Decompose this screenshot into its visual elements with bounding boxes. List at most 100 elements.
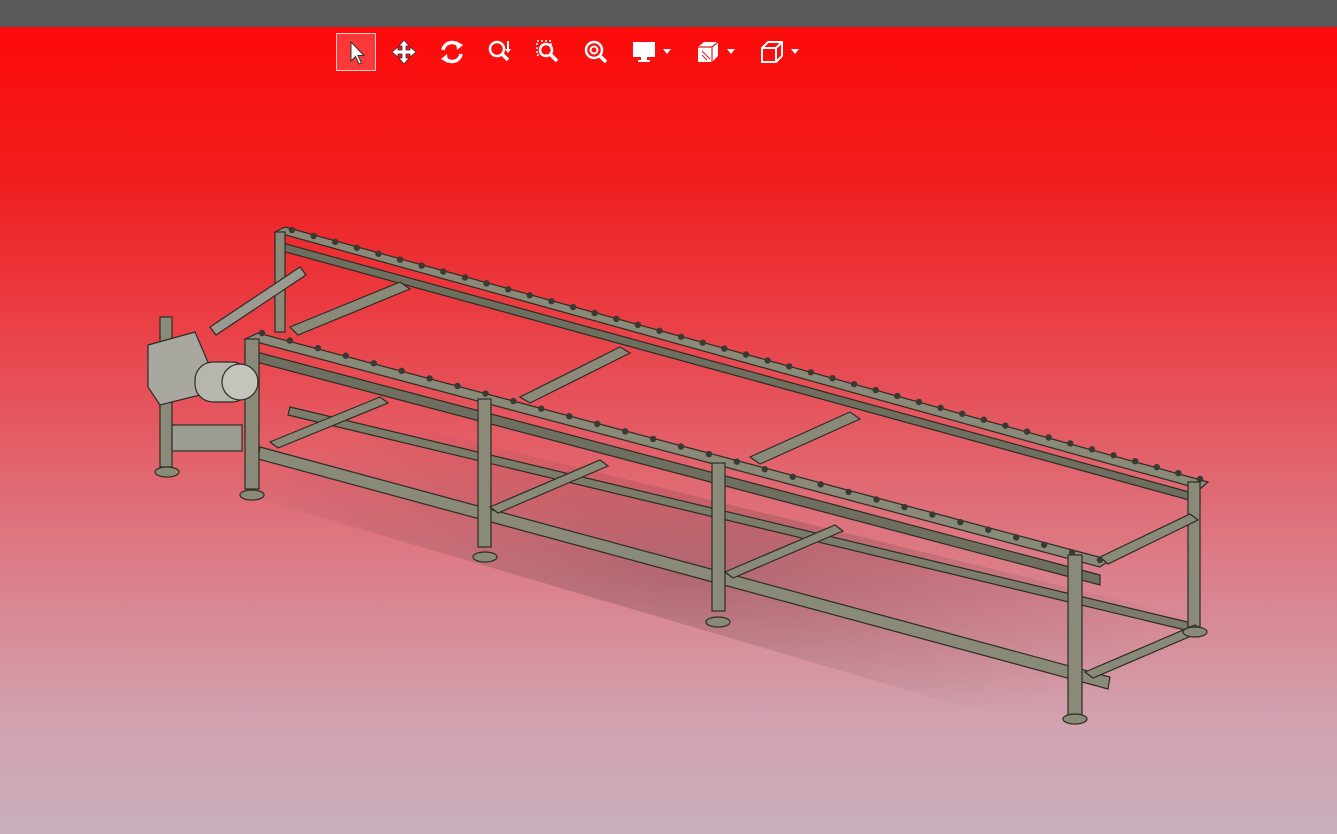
roller [699, 339, 706, 346]
roller [656, 327, 663, 334]
roller [721, 345, 728, 352]
leg [711, 462, 726, 612]
zoom-in-out-button[interactable] [480, 33, 520, 71]
view-orientation-button[interactable] [752, 33, 792, 71]
roller [850, 380, 858, 388]
roller [677, 333, 685, 340]
cube-icon [761, 41, 783, 63]
section-view-dropdown[interactable] [726, 33, 736, 71]
section-cube-icon [698, 41, 719, 62]
roller [440, 268, 447, 275]
zoom-updown-icon [488, 40, 511, 62]
cursor-arrow-icon [350, 40, 366, 65]
roller [510, 397, 517, 405]
roller [1013, 534, 1020, 541]
select-button[interactable] [336, 33, 376, 71]
view-toolbar [336, 32, 816, 72]
roller [483, 280, 490, 287]
roller [1002, 422, 1009, 429]
foot [239, 489, 265, 501]
roller [482, 390, 489, 397]
drive-shaft [209, 266, 307, 336]
roller [396, 256, 404, 263]
roller [621, 428, 629, 435]
roller [705, 450, 713, 458]
roller [1068, 549, 1076, 556]
title-bar [0, 0, 1337, 27]
roller [807, 369, 815, 376]
roller [733, 458, 741, 465]
roller [1096, 556, 1104, 564]
roller [872, 386, 879, 394]
display-mode-dropdown[interactable] [662, 33, 672, 71]
roller [829, 375, 836, 382]
roller [958, 410, 966, 417]
chevron-down-icon [663, 49, 671, 54]
roller [1131, 458, 1139, 465]
roller [461, 274, 469, 281]
zoom-window-button[interactable] [528, 33, 568, 71]
roller [613, 315, 620, 323]
roller [504, 286, 512, 293]
roller [1067, 440, 1074, 447]
cross-member [1098, 513, 1200, 565]
leg [1187, 481, 1201, 628]
roller [894, 392, 901, 400]
monitor-icon [633, 42, 655, 62]
roller [286, 337, 294, 344]
lower-drive [171, 424, 243, 452]
roller [1153, 463, 1160, 471]
roller [548, 297, 555, 305]
roller [764, 357, 771, 364]
section-view-button[interactable] [688, 33, 728, 71]
rotate-icon [441, 40, 463, 64]
roller [1196, 475, 1204, 483]
rotate-button[interactable] [432, 33, 472, 71]
roller [353, 244, 361, 251]
roller [742, 351, 750, 358]
roller [957, 518, 964, 526]
roller [332, 238, 339, 246]
roller [398, 367, 405, 375]
roller [538, 405, 545, 412]
foot [472, 551, 498, 563]
display-mode-button[interactable] [624, 33, 664, 71]
cross-member [518, 346, 632, 404]
roller [649, 435, 657, 443]
leg [477, 398, 492, 548]
view-orientation-dropdown[interactable] [790, 33, 800, 71]
roller [786, 363, 793, 370]
roller [258, 329, 266, 337]
cross-member [288, 281, 412, 336]
roller [1040, 541, 1048, 549]
zoom-fit-button[interactable] [576, 33, 616, 71]
foot [154, 466, 180, 478]
roller [375, 250, 382, 257]
roller [370, 360, 377, 367]
roller [1110, 452, 1117, 459]
roller [288, 226, 296, 234]
chevron-down-icon [727, 49, 735, 54]
roller [426, 375, 433, 382]
roller [1045, 434, 1052, 441]
chevron-down-icon [791, 49, 799, 54]
roller [594, 420, 601, 427]
roller [314, 344, 322, 352]
motor-endcap [221, 363, 259, 401]
leg [1067, 554, 1083, 716]
roller [873, 496, 880, 503]
foot [1062, 713, 1088, 725]
move-arrows-icon [391, 39, 417, 65]
roller [1088, 446, 1096, 453]
pan-button[interactable] [384, 33, 424, 71]
roller [1175, 469, 1182, 477]
roller [929, 511, 936, 518]
roller [817, 481, 824, 488]
cross-member [748, 411, 862, 465]
roller [1023, 428, 1031, 435]
roller [980, 416, 988, 423]
3d-viewport[interactable] [0, 27, 1337, 834]
roller [677, 443, 685, 450]
conveyor-model[interactable] [0, 27, 1337, 834]
roller [566, 413, 573, 420]
